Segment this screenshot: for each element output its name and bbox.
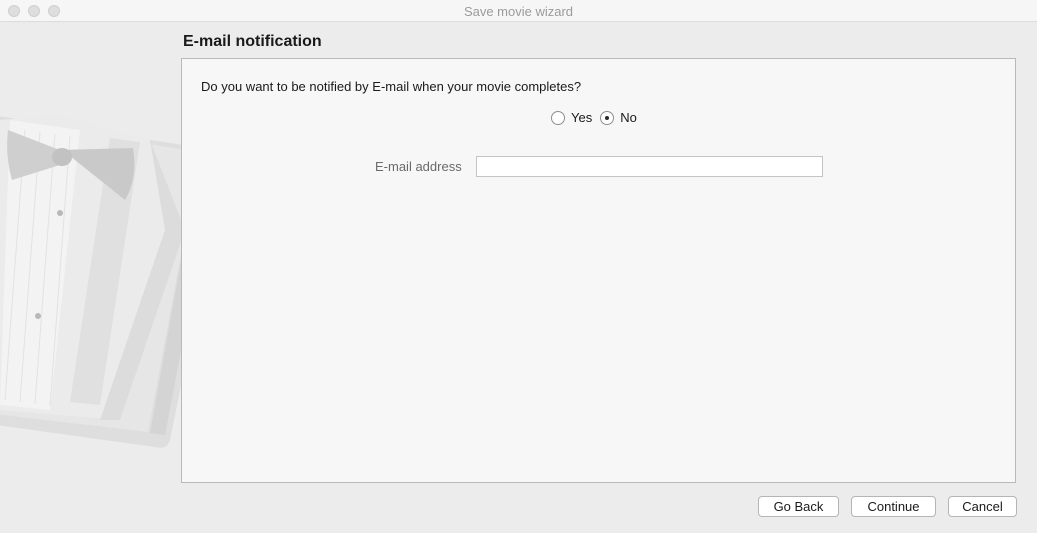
notify-question: Do you want to be notified by E-mail whe… (201, 79, 582, 94)
window-title: Save movie wizard (463, 4, 574, 19)
cancel-button[interactable]: Cancel (948, 496, 1017, 517)
radio-option-no[interactable]: No (600, 110, 637, 125)
continue-button[interactable]: Continue (851, 496, 936, 517)
no-radio-button[interactable] (600, 110, 615, 125)
wizard-window: Save movie wizard E-mail notification Do… (0, 0, 1037, 533)
content-panel: Do you want to be notified by E-mail whe… (181, 58, 1016, 483)
email-address-label: E-mail address (375, 159, 462, 174)
yes-radio-label: Yes (571, 110, 593, 125)
email-address-field[interactable] (476, 156, 823, 177)
go-back-button[interactable]: Go Back (758, 496, 839, 517)
notify-radio-group: Yes No (551, 109, 645, 126)
no-radio-label: No (620, 110, 637, 125)
yes-radio-button[interactable] (551, 110, 565, 125)
title-bar: Save movie wizard (0, 0, 1037, 22)
radio-option-yes[interactable]: Yes (551, 110, 592, 125)
page-title: E-mail notification (183, 33, 322, 50)
